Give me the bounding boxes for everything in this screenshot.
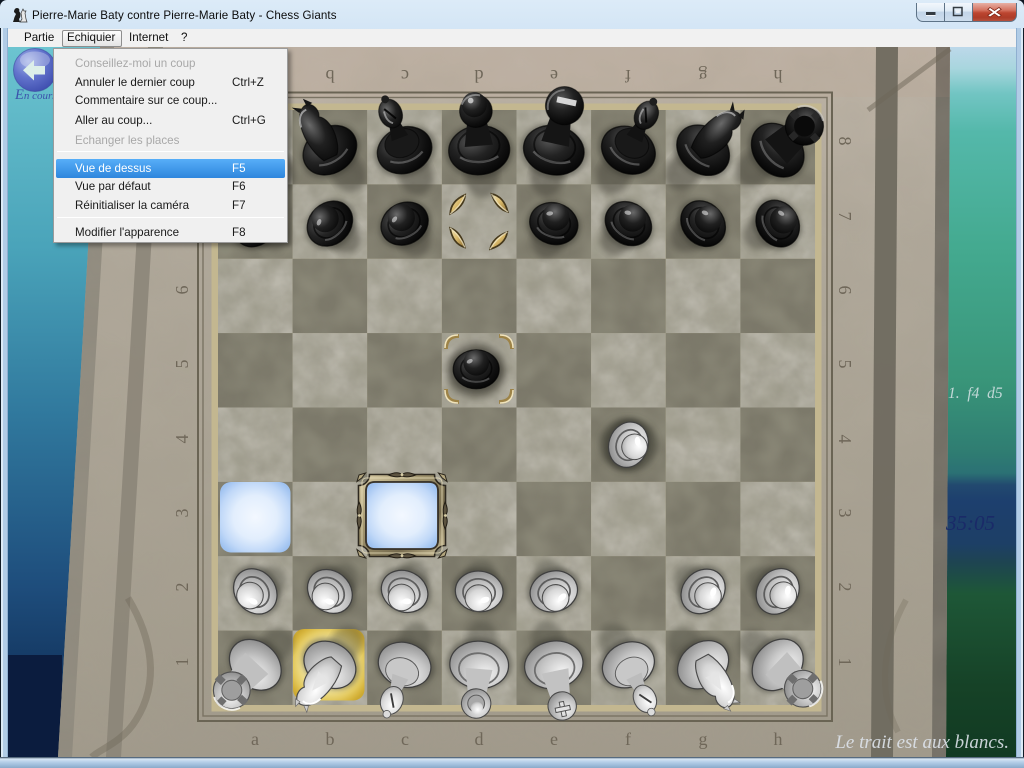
svg-text:Le trait est aux blancs.: Le trait est aux blancs.: [834, 732, 1009, 753]
svg-text:2: 2: [172, 583, 192, 592]
svg-text:3: 3: [835, 509, 855, 518]
svg-text:d: d: [475, 66, 484, 86]
svg-text:5: 5: [172, 360, 192, 369]
svg-text:6: 6: [172, 286, 192, 295]
svg-text:g: g: [699, 66, 708, 86]
svg-text:h: h: [774, 729, 783, 749]
svg-text:b: b: [326, 66, 335, 86]
svg-text:1. f4 d5: 1. f4 d5: [948, 385, 1003, 402]
svg-text:b: b: [326, 729, 335, 749]
svg-text:6: 6: [835, 286, 855, 295]
svg-text:1: 1: [835, 658, 855, 667]
svg-text:4: 4: [835, 435, 855, 444]
svg-text:d: d: [475, 729, 484, 749]
svg-text:f: f: [625, 729, 631, 749]
svg-text:35:05: 35:05: [945, 511, 995, 535]
svg-text:h: h: [774, 66, 783, 86]
svg-text:f: f: [625, 66, 631, 86]
svg-text:a: a: [251, 729, 259, 749]
svg-text:8: 8: [835, 137, 855, 146]
svg-text:2: 2: [835, 583, 855, 592]
svg-text:e: e: [550, 729, 558, 749]
svg-text:4: 4: [172, 435, 192, 444]
svg-text:7: 7: [835, 212, 855, 221]
svg-text:c: c: [401, 729, 409, 749]
svg-text:3: 3: [172, 509, 192, 518]
svg-text:e: e: [550, 66, 558, 86]
svg-text:c: c: [401, 66, 409, 86]
svg-text:1: 1: [172, 658, 192, 667]
svg-text:g: g: [699, 729, 708, 749]
svg-text:5: 5: [835, 360, 855, 369]
